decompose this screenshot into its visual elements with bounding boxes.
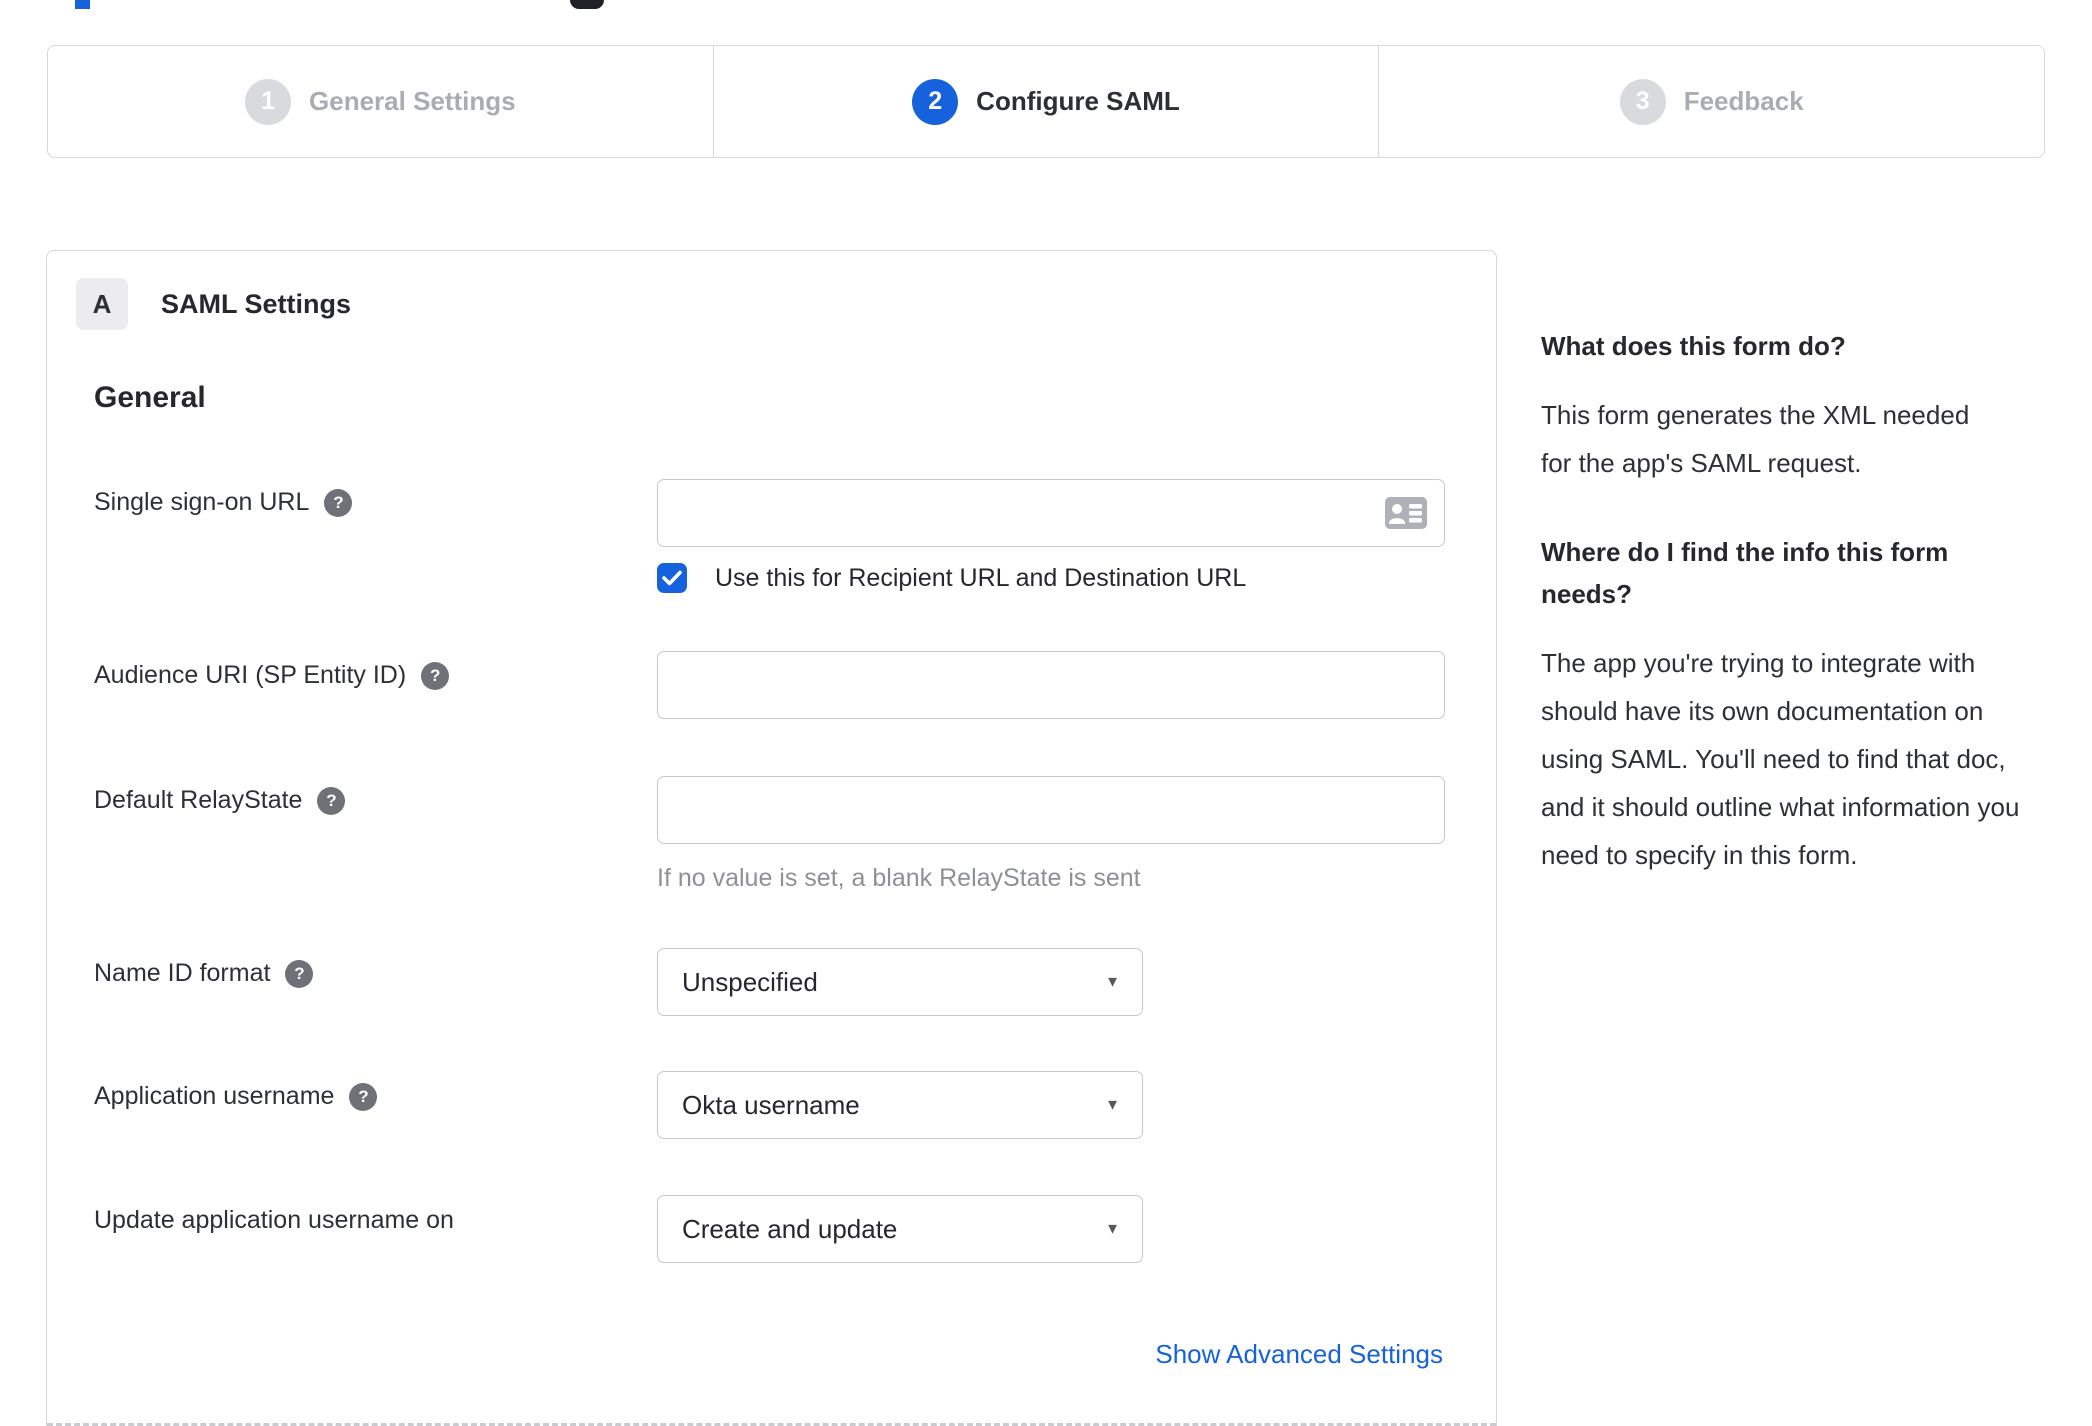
single-sign-on-url-input-wrap bbox=[657, 479, 1445, 547]
name-id-format-label: Name ID format ? bbox=[94, 959, 314, 988]
chevron-down-icon: ▼ bbox=[1105, 973, 1120, 991]
step-2-label: Configure SAML bbox=[976, 86, 1180, 116]
application-username-select[interactable]: Okta username ▼ bbox=[657, 1071, 1143, 1139]
application-username-value: Okta username bbox=[682, 1089, 860, 1120]
help-heading-2: Where do I find the info this form needs… bbox=[1541, 537, 1949, 609]
help-icon[interactable]: ? bbox=[285, 959, 314, 988]
audience-uri-label: Audience URI (SP Entity ID) ? bbox=[94, 661, 450, 690]
step-1-circle: 1 bbox=[245, 78, 292, 125]
step-2-circle: 2 bbox=[912, 78, 959, 125]
checkmark-icon bbox=[662, 570, 682, 586]
section-a-badge: A bbox=[76, 278, 128, 330]
application-username-label-text: Application username bbox=[94, 1082, 335, 1110]
step-1-label: General Settings bbox=[309, 86, 516, 116]
wizard-step-bar: 1 General Settings 2 Configure SAML 3 Fe… bbox=[47, 45, 2045, 158]
update-username-on-select[interactable]: Create and update ▼ bbox=[657, 1195, 1143, 1263]
help-icon[interactable]: ? bbox=[349, 1082, 378, 1111]
single-sign-on-url-label-text: Single sign-on URL bbox=[94, 488, 310, 516]
step-feedback[interactable]: 3 Feedback bbox=[1378, 46, 2044, 157]
name-id-format-label-text: Name ID format bbox=[94, 959, 271, 987]
help-icon[interactable]: ? bbox=[324, 488, 353, 517]
general-section-heading: General bbox=[94, 381, 206, 414]
help-heading-1: What does this form do? bbox=[1541, 331, 1846, 361]
step-3-label: Feedback bbox=[1683, 86, 1804, 116]
default-relaystate-label-text: Default RelayState bbox=[94, 786, 303, 814]
single-sign-on-url-label: Single sign-on URL ? bbox=[94, 488, 353, 517]
application-username-label: Application username ? bbox=[94, 1082, 378, 1111]
card-title: SAML Settings bbox=[161, 289, 352, 319]
audience-uri-label-text: Audience URI (SP Entity ID) bbox=[94, 661, 407, 689]
chevron-down-icon: ▼ bbox=[1105, 1096, 1120, 1114]
help-paragraph-1: This form generates the XML needed for t… bbox=[1541, 400, 1970, 478]
chevron-down-icon: ▼ bbox=[1105, 1220, 1120, 1238]
single-sign-on-url-input[interactable] bbox=[657, 479, 1445, 547]
default-relaystate-input[interactable] bbox=[657, 776, 1445, 844]
help-paragraph-2: The app you're trying to integrate with … bbox=[1541, 648, 2020, 870]
step-configure-saml[interactable]: 2 Configure SAML bbox=[712, 46, 1379, 157]
name-id-format-select[interactable]: Unspecified ▼ bbox=[657, 948, 1143, 1016]
help-icon[interactable]: ? bbox=[421, 661, 450, 690]
audience-uri-input[interactable] bbox=[657, 651, 1445, 719]
recipient-url-checkbox[interactable] bbox=[657, 563, 687, 593]
saml-settings-card: A SAML Settings General Single sign-on U… bbox=[46, 250, 1497, 1426]
step-general-settings[interactable]: 1 General Settings bbox=[48, 46, 713, 157]
name-id-format-value: Unspecified bbox=[682, 966, 818, 997]
partial-header-fragment bbox=[570, 0, 604, 9]
default-relaystate-label: Default RelayState ? bbox=[94, 786, 346, 815]
step-3-circle: 3 bbox=[1619, 78, 1666, 125]
partial-logo-fragment bbox=[75, 0, 90, 9]
update-username-on-value: Create and update bbox=[682, 1213, 898, 1244]
recipient-url-checkbox-label: Use this for Recipient URL and Destinati… bbox=[715, 563, 1247, 592]
relaystate-hint: If no value is set, a blank RelayState i… bbox=[657, 864, 1141, 892]
update-username-on-label-text: Update application username on bbox=[94, 1206, 454, 1234]
recipient-url-checkbox-row: Use this for Recipient URL and Destinati… bbox=[657, 563, 1246, 593]
update-username-on-label: Update application username on bbox=[94, 1206, 454, 1235]
help-icon[interactable]: ? bbox=[317, 786, 346, 815]
help-sidebar: What does this form do? This form genera… bbox=[1541, 325, 2053, 923]
show-advanced-settings-link[interactable]: Show Advanced Settings bbox=[1155, 1339, 1443, 1370]
